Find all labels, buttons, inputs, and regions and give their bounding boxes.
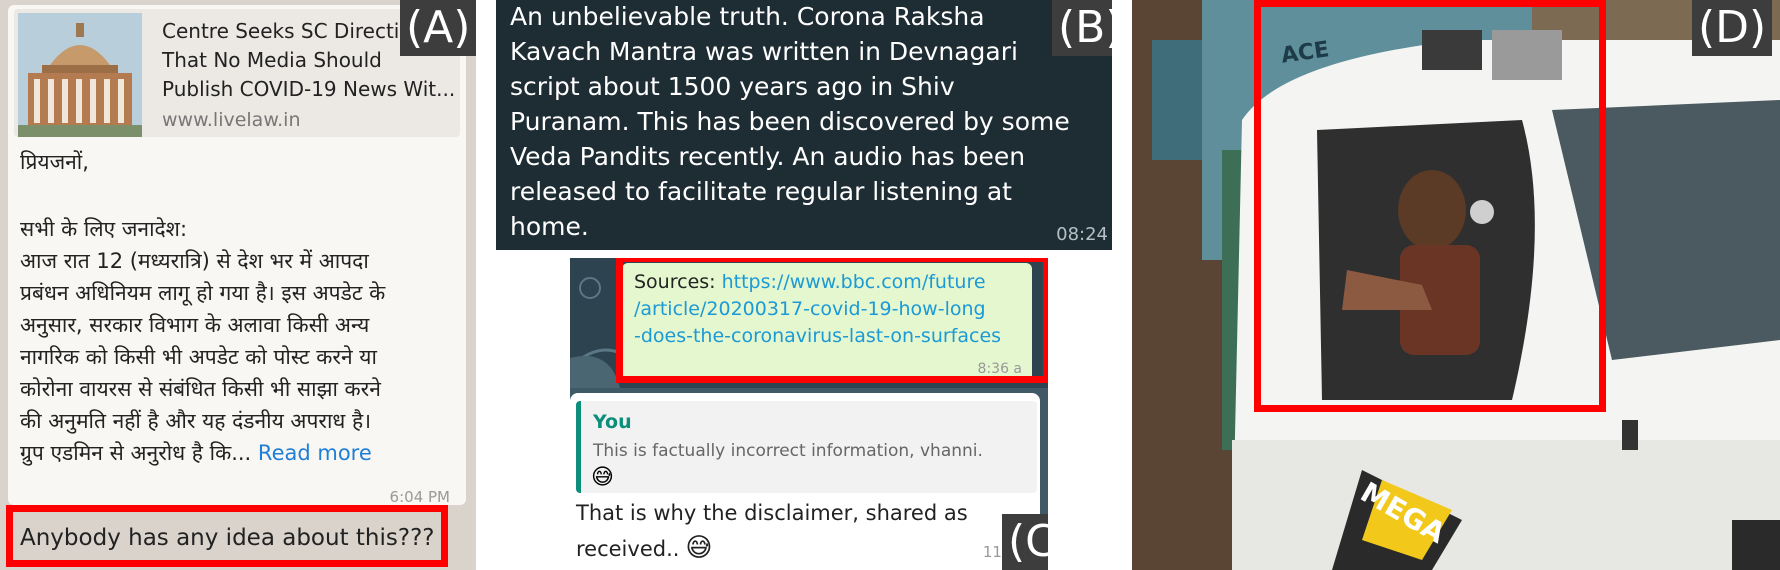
- reply-line: That is why the disclaimer, shared as: [576, 501, 968, 525]
- reply-bubble: You This is factually incorrect informat…: [570, 393, 1040, 570]
- question-message: Anybody has any idea about this???: [20, 525, 435, 551]
- message-line-last: ग्रुप एडमिन से अनुरोध है कि... Read more: [20, 439, 372, 467]
- panel-a-whatsapp-forward: Centre Seeks SC Direction That No Media …: [0, 0, 476, 570]
- message-line: home.: [510, 212, 589, 241]
- message-line-text: ग्रुप एडमिन से अनुरोध है कि...: [20, 441, 252, 465]
- message-line: नागरिक को किसी भी अपडेट को पोस्ट करने या: [20, 345, 377, 369]
- highlight-box: [616, 258, 1048, 383]
- message-line: कोरोना वायरस से संबंधित किसी भी साझा करन…: [20, 377, 381, 401]
- reply-text: received..: [576, 537, 680, 561]
- quoted-message[interactable]: You This is factually incorrect informat…: [576, 401, 1037, 493]
- message-line: Veda Pandits recently. An audio has been: [510, 142, 1026, 171]
- panel-c-whatsapp-reply: Sources: https://www.bbc.com/future /art…: [570, 258, 1048, 570]
- message-line: प्रियजनों,: [20, 150, 89, 174]
- quote-text: This is factually incorrect information,…: [593, 441, 983, 461]
- message-bubble: Centre Seeks SC Direction That No Media …: [8, 5, 466, 505]
- reply-line: received.. 😅: [576, 533, 713, 563]
- message-time: 08:24: [1056, 224, 1108, 245]
- message-line: released to facilitate regular listening…: [510, 177, 1012, 206]
- message-line: अनुसार, सरकार विभाग के अलावा किसी अन्य: [20, 313, 370, 337]
- message-time: 6:04 PM: [389, 488, 450, 506]
- sweat-smile-emoji-icon: 😅: [685, 533, 713, 563]
- panel-label-b: (B): [1052, 0, 1112, 56]
- supreme-court-thumbnail: [18, 13, 142, 137]
- message-line: प्रबंधन अधिनियम लागू हो गया है। इस अपडेट…: [20, 281, 386, 305]
- link-title-line: Publish COVID-19 News Wit...: [162, 77, 456, 101]
- message-line: Kavach Mantra was written in Devnagari: [510, 37, 1018, 66]
- panel-label-a: (A): [400, 0, 476, 56]
- message-line: script about 1500 years ago in Shiv: [510, 72, 955, 101]
- panel-b-dark-message: An unbelievable truth. Corona Raksha Kav…: [496, 0, 1112, 250]
- link-title-line: Centre Seeks SC Direction: [162, 19, 425, 43]
- message-line: Puranam. This has been discovered by som…: [510, 107, 1070, 136]
- link-site: www.livelaw.in: [162, 109, 301, 131]
- message-line: An unbelievable truth. Corona Raksha: [510, 2, 985, 31]
- panel-d-photo: MEGA ACE (D): [1132, 0, 1780, 570]
- message-line: सभी के लिए जनादेश:: [20, 217, 188, 241]
- quote-author: You: [593, 411, 632, 433]
- message-line: की अनुमति नहीं है और यह दंडनीय अपराध है।: [20, 409, 372, 433]
- highlight-box: [1254, 0, 1606, 412]
- sweat-smile-emoji-icon: 😅: [591, 465, 614, 490]
- link-title-line: That No Media Should: [162, 48, 382, 72]
- panel-label-d: (D): [1692, 0, 1773, 56]
- message-line: आज रात 12 (मध्यरात्रि) से देश भर में आपद…: [20, 249, 369, 273]
- panel-label-c: (C): [1002, 514, 1048, 570]
- link-preview-card[interactable]: Centre Seeks SC Direction That No Media …: [14, 9, 460, 137]
- read-more-link[interactable]: Read more: [258, 441, 372, 465]
